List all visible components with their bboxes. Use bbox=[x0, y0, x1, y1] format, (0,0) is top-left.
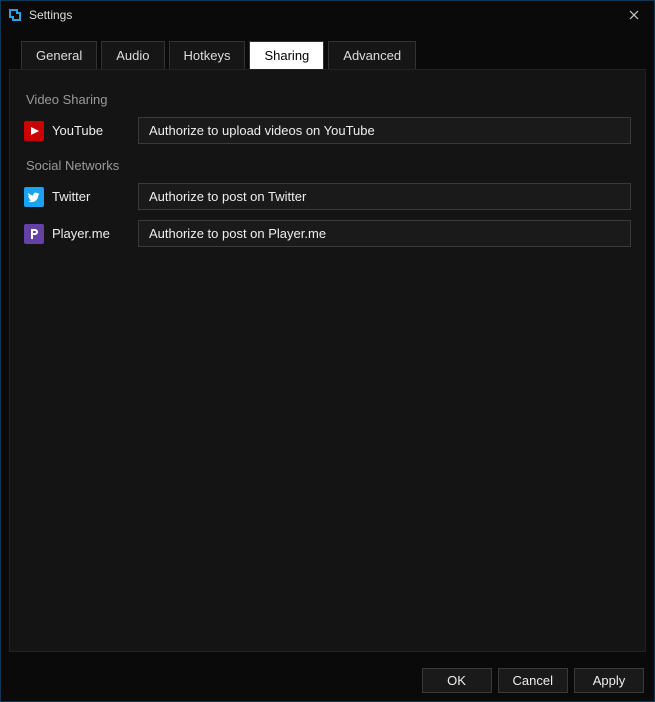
twitter-icon bbox=[24, 187, 44, 207]
playerme-authorize-button[interactable]: Authorize to post on Player.me bbox=[138, 220, 631, 247]
ok-button[interactable]: OK bbox=[422, 668, 492, 693]
section-title-social-networks: Social Networks bbox=[26, 158, 631, 173]
cancel-button[interactable]: Cancel bbox=[498, 668, 568, 693]
settings-window: Settings General Audio Hotkeys Sharing A… bbox=[0, 0, 655, 702]
close-button[interactable] bbox=[620, 1, 648, 29]
apply-button[interactable]: Apply bbox=[574, 668, 644, 693]
dialog-footer: OK Cancel Apply bbox=[1, 660, 654, 701]
twitter-authorize-button[interactable]: Authorize to post on Twitter bbox=[138, 183, 631, 210]
tab-bar: General Audio Hotkeys Sharing Advanced bbox=[1, 29, 654, 69]
tab-advanced[interactable]: Advanced bbox=[328, 41, 416, 69]
playerme-icon bbox=[24, 224, 44, 244]
window-title: Settings bbox=[29, 8, 620, 22]
tab-sharing[interactable]: Sharing bbox=[249, 41, 324, 69]
row-youtube: YouTube Authorize to upload videos on Yo… bbox=[24, 117, 631, 144]
twitter-label: Twitter bbox=[52, 189, 138, 204]
row-playerme: Player.me Authorize to post on Player.me bbox=[24, 220, 631, 247]
content-panel: Video Sharing YouTube Authorize to uploa… bbox=[9, 69, 646, 652]
tab-hotkeys[interactable]: Hotkeys bbox=[169, 41, 246, 69]
row-twitter: Twitter Authorize to post on Twitter bbox=[24, 183, 631, 210]
titlebar: Settings bbox=[1, 1, 654, 29]
tab-general[interactable]: General bbox=[21, 41, 97, 69]
app-icon bbox=[7, 7, 23, 23]
youtube-icon bbox=[24, 121, 44, 141]
youtube-authorize-button[interactable]: Authorize to upload videos on YouTube bbox=[138, 117, 631, 144]
playerme-label: Player.me bbox=[52, 226, 138, 241]
section-title-video-sharing: Video Sharing bbox=[26, 92, 631, 107]
tab-audio[interactable]: Audio bbox=[101, 41, 164, 69]
youtube-label: YouTube bbox=[52, 123, 138, 138]
